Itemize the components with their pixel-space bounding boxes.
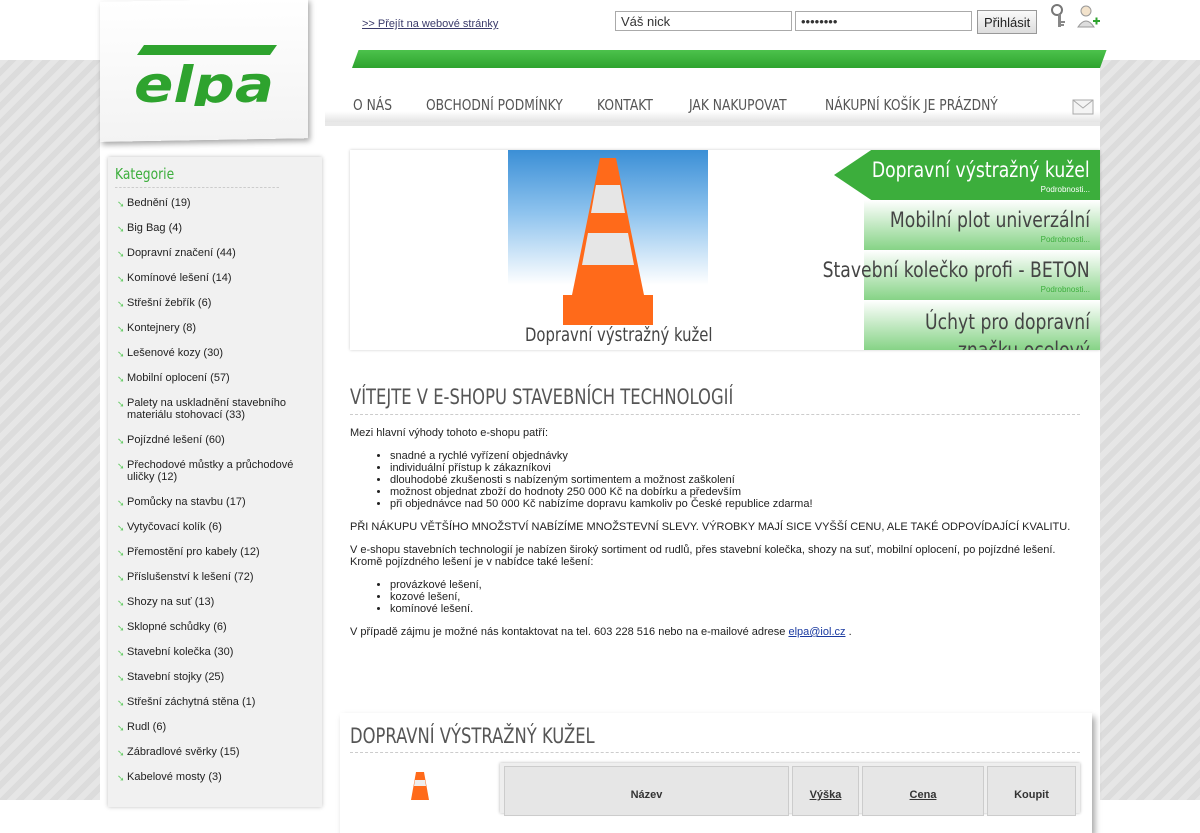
category-item[interactable]: ➘ Přemostění pro kabely (12) bbox=[108, 546, 260, 558]
slide-tab-2[interactable]: Mobilní plot univerzální Podrobnosti... bbox=[864, 200, 1100, 250]
advantages-list: snadné a rychlé vyřízení objednávky indi… bbox=[370, 450, 813, 510]
advantage-item: snadné a rychlé vyřízení objednávky bbox=[390, 450, 813, 462]
category-item[interactable]: ➘ Mobilní oplocení (57) bbox=[108, 372, 230, 384]
advantage-item: možnost objednat zboží do hodnoty 250 00… bbox=[390, 486, 813, 498]
column-buy-header: Koupit bbox=[987, 766, 1076, 816]
divider bbox=[350, 752, 1080, 753]
nav-cart[interactable]: Nákupní košík je prázdný bbox=[825, 96, 998, 114]
category-item[interactable]: ➘ Přechodové můstky a průchodové uličky (… bbox=[108, 459, 312, 483]
category-item[interactable]: ➘ Lešenové kozy (30) bbox=[108, 347, 223, 359]
slide-caption: Dopravní výstražný kužel bbox=[525, 324, 713, 346]
goto-website-link[interactable]: >> Přejít na webové stránky bbox=[362, 18, 498, 30]
scaffold-item: kozové lešení, bbox=[390, 591, 482, 603]
nav-about[interactable]: O nás bbox=[353, 96, 392, 114]
contact-line: V případě zájmu je možné nás kontaktovat… bbox=[350, 626, 852, 638]
category-item[interactable]: ➘ Střešní záchytná stěna (1) bbox=[108, 696, 255, 708]
svg-text:elpa: elpa bbox=[134, 56, 274, 106]
register-user-icon[interactable] bbox=[1076, 4, 1100, 28]
advantage-item: dlouhodobé zkušenosti s nabízeným sortim… bbox=[390, 474, 813, 486]
scaffold-item: komínové lešení. bbox=[390, 603, 482, 615]
advantages-intro: Mezi hlavní výhody tohoto e-shopu patří: bbox=[350, 427, 549, 439]
category-item[interactable]: ➘ Pomůcky na stavbu (17) bbox=[108, 496, 246, 508]
mail-icon[interactable] bbox=[1072, 96, 1094, 116]
category-item[interactable]: ➘ Vytyčovací kolík (6) bbox=[108, 521, 222, 533]
login-button[interactable]: Přihlásit bbox=[977, 10, 1037, 34]
category-item[interactable]: ➘ Příslušenství k lešení (72) bbox=[108, 571, 254, 583]
password-input[interactable] bbox=[795, 11, 972, 31]
category-item[interactable]: ➘ Pojízdné lešení (60) bbox=[108, 434, 225, 446]
nav-how-to-buy[interactable]: Jak nakupovat bbox=[689, 96, 787, 114]
product-thumbnail[interactable] bbox=[405, 770, 435, 800]
column-price-header[interactable]: Cena bbox=[862, 766, 984, 816]
divider bbox=[350, 414, 1080, 415]
column-name-header: Název bbox=[504, 766, 789, 816]
category-item[interactable]: ➘ Stavební kolečka (30) bbox=[108, 646, 233, 658]
category-title: Kategorie bbox=[115, 165, 279, 188]
category-item[interactable]: ➘ Stavební stojky (25) bbox=[108, 671, 224, 683]
nav-contact[interactable]: Kontakt bbox=[597, 96, 653, 114]
product-title: Dopravní výstražný kužel bbox=[350, 724, 595, 748]
discount-text: PŘI NÁKUPU VĚTŠÍHO MNOŽSTVÍ NABÍZÍME MNO… bbox=[350, 521, 1071, 533]
category-item[interactable]: ➘ Komínové lešení (14) bbox=[108, 272, 232, 284]
slide-tab-1[interactable]: Dopravní výstražný kužel Podrobnosti... bbox=[834, 150, 1100, 200]
category-item[interactable]: ➘ Big Bag (4) bbox=[108, 222, 182, 234]
header-green-bar bbox=[352, 50, 1107, 68]
category-item[interactable]: ➘ Dopravní značení (44) bbox=[108, 247, 236, 259]
category-item[interactable]: ➘ Kontejnery (8) bbox=[108, 322, 196, 334]
nick-input[interactable] bbox=[615, 11, 792, 31]
scaffold-item: provázkové lešení, bbox=[390, 579, 482, 591]
contact-email-link[interactable]: elpa@iol.cz bbox=[788, 626, 845, 638]
advantage-item: při objednávce nad 50 000 Kč nabízíme do… bbox=[390, 498, 813, 510]
elpa-logo[interactable]: elpa bbox=[130, 42, 280, 106]
assortment-text: V e-shopu stavebních technologií je nabí… bbox=[350, 544, 1056, 568]
slide-tab-3[interactable]: Stavební kolečko profi - BETON Podrobnos… bbox=[823, 250, 1100, 300]
category-item[interactable]: ➘ Kabelové mosty (3) bbox=[108, 771, 222, 783]
key-icon[interactable] bbox=[1050, 4, 1068, 28]
main-nav: O nás Obchodní podmínky Kontakt Jak naku… bbox=[325, 86, 1100, 126]
category-item[interactable]: ➘ Shozy na suť (13) bbox=[108, 596, 214, 608]
category-item[interactable]: ➘ Palety na uskladnění stavebního materiá… bbox=[108, 397, 312, 421]
advantage-item: individuální přístup k zákazníkovi bbox=[390, 462, 813, 474]
welcome-title: Vítejte v e-shopu stavebních technologií bbox=[350, 385, 734, 409]
category-item[interactable]: ➘ Zábradlové svěrky (15) bbox=[108, 746, 240, 758]
column-height-header[interactable]: Výška bbox=[792, 766, 859, 816]
category-item[interactable]: ➘ Rudl (6) bbox=[108, 721, 166, 733]
nav-terms[interactable]: Obchodní podmínky bbox=[426, 96, 563, 114]
slide-tab-4[interactable]: Úchyt pro dopravní značku ocelový bbox=[864, 300, 1100, 350]
category-item[interactable]: ➘ Střešní žebřík (6) bbox=[108, 297, 211, 309]
traffic-cone-image[interactable] bbox=[558, 155, 658, 330]
category-item[interactable]: ➘ Sklopné schůdky (6) bbox=[108, 621, 227, 633]
category-item[interactable]: ➘ Bednění (19) bbox=[108, 197, 191, 209]
scaffold-list: provázkové lešení, kozové lešení, komíno… bbox=[370, 579, 482, 615]
